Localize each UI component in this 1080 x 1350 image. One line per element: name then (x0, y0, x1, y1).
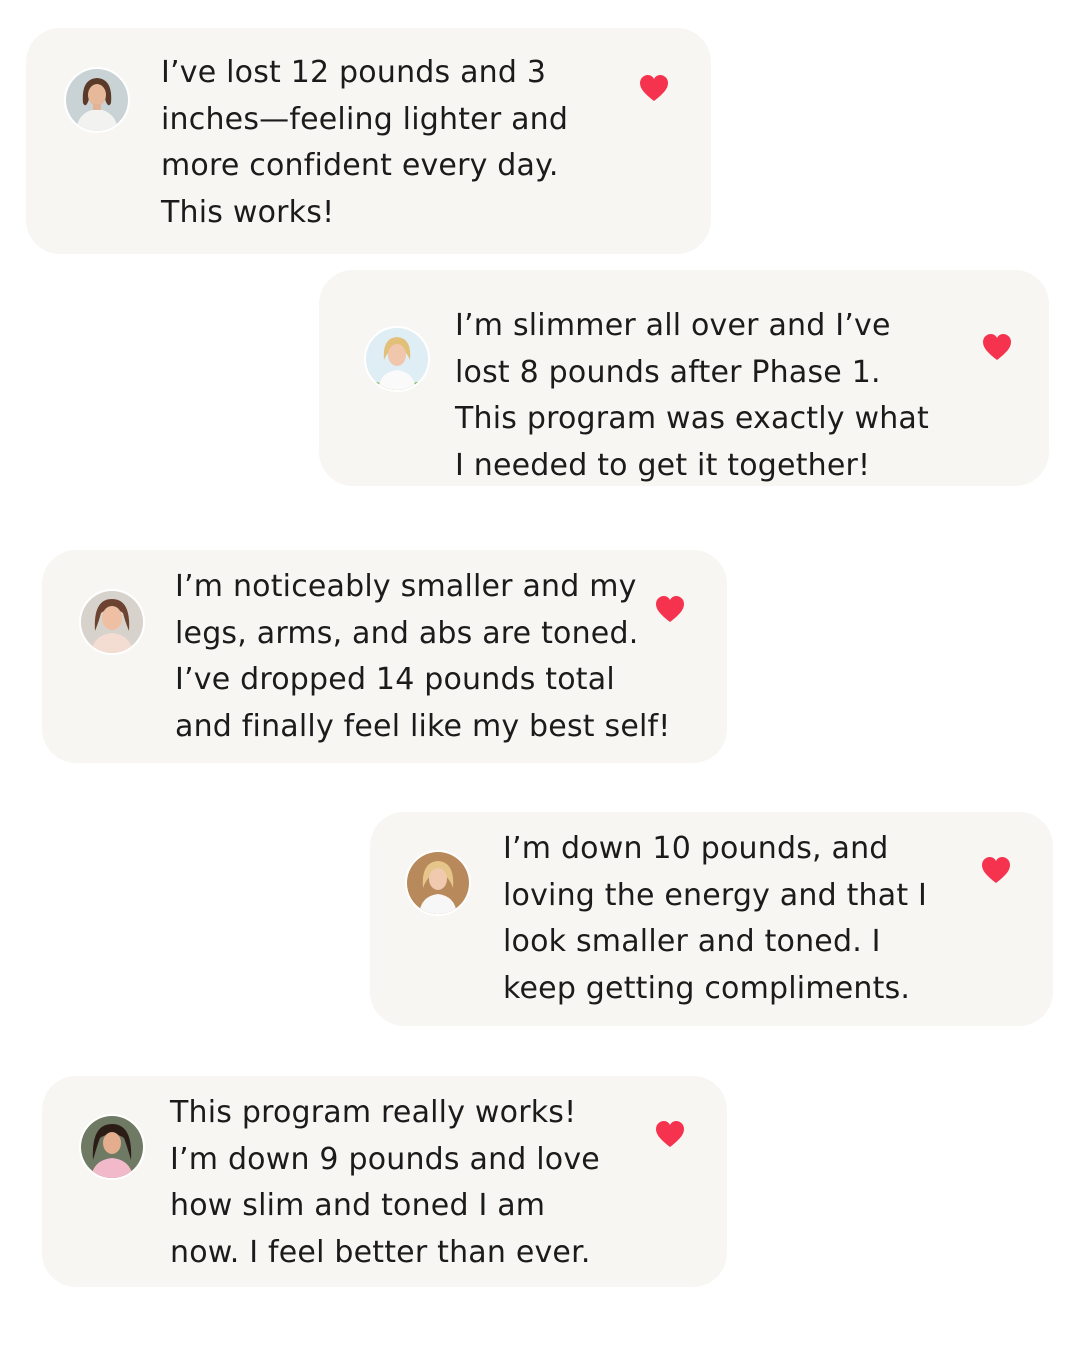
heart-icon[interactable] (981, 332, 1013, 362)
testimonial-text: I’m noticeably smaller and my legs, arms… (175, 564, 671, 750)
avatar (364, 326, 430, 392)
text-line: how slim and toned I am (170, 1188, 546, 1223)
text-line: This program really works! (170, 1095, 577, 1130)
text-line: I’m down 9 pounds and love (170, 1141, 600, 1177)
testimonial-card: I’m slimmer all over and I’ve lost 8 pou… (319, 270, 1049, 486)
testimonial-text: This program really works! I’m down 9 po… (170, 1090, 600, 1276)
heart-icon[interactable] (980, 855, 1012, 885)
testimonial-card: I’ve lost 12 pounds and 3 inches—feeling… (26, 28, 711, 254)
text-line: This works! (161, 194, 335, 230)
avatar (79, 1114, 145, 1180)
testimonial-card: This program really works! I’m down 9 po… (42, 1076, 727, 1287)
testimonial-text: I’m down 10 pounds, and loving the energ… (503, 826, 927, 1012)
avatar (79, 589, 145, 655)
text-line: loving the energy and that I (503, 877, 928, 913)
text-line: look smaller and toned. I (503, 924, 881, 959)
avatar (405, 850, 471, 916)
heart-icon[interactable] (638, 73, 670, 103)
text-line: lost 8 pounds after Phase 1. (455, 354, 881, 390)
text-line: inches—feeling lighter and (161, 101, 569, 137)
text-line: I’m noticeably smaller and my (175, 569, 637, 604)
text-line: I’m slimmer all over and I’ve (455, 308, 891, 343)
testimonial-text: I’ve lost 12 pounds and 3 inches—feeling… (161, 50, 568, 236)
text-line: I’m down 10 pounds, and (503, 831, 889, 866)
testimonial-text: I’m slimmer all over and I’ve lost 8 pou… (455, 303, 929, 489)
heart-icon[interactable] (654, 594, 686, 624)
avatar (64, 67, 130, 133)
text-line: keep getting compliments. (503, 970, 911, 1006)
testimonial-card: I’m noticeably smaller and my legs, arms… (42, 550, 727, 763)
text-line: I’ve lost 12 pounds and 3 (161, 55, 547, 90)
text-line: now. I feel better than ever. (170, 1234, 591, 1270)
text-line: I’ve dropped 14 pounds total (175, 662, 615, 697)
text-line: legs, arms, and abs are toned. (175, 615, 639, 651)
text-line: I needed to get it together! (455, 447, 871, 483)
text-line: and finally feel like my best self! (175, 708, 671, 744)
text-line: This program was exactly what (455, 401, 929, 436)
text-line: more confident every day. (161, 148, 559, 183)
testimonial-card: I’m down 10 pounds, and loving the energ… (370, 812, 1053, 1026)
heart-icon[interactable] (654, 1119, 686, 1149)
